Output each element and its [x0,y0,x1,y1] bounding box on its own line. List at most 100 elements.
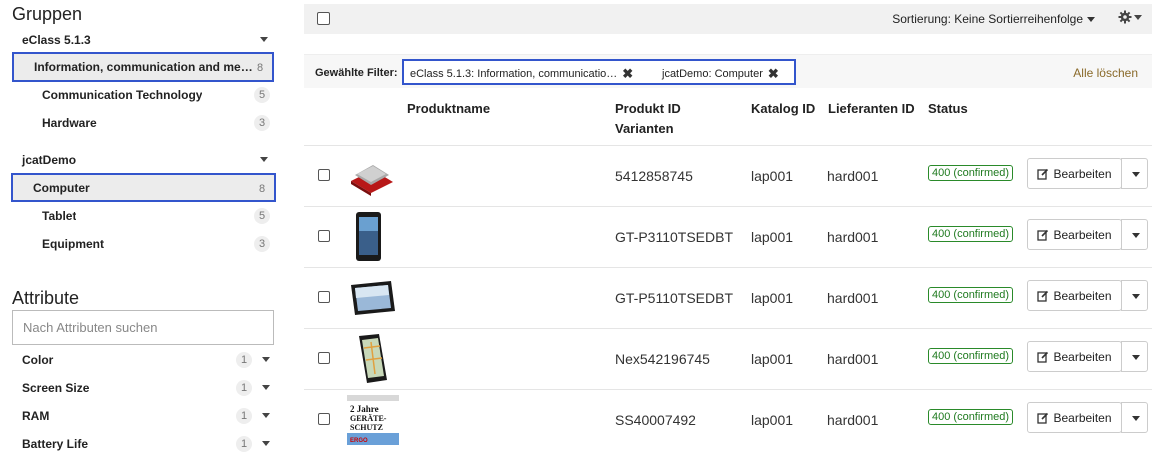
table-row[interactable]: Nex542196745 lap001 hard001 400 (confirm… [304,328,1152,389]
table-row[interactable]: 2 Jahre GERÄTE- SCHUTZ ERGO SS40007492 l… [304,389,1152,450]
edit-label: Bearbeiten [1053,288,1112,303]
chevron-down-icon [1132,355,1140,360]
chevron-down-icon [1132,233,1140,238]
status-badge: 400 (confirmed) [928,409,1014,425]
edit-button[interactable]: Bearbeiten [1027,280,1122,311]
edit-label: Bearbeiten [1053,410,1112,425]
edit-button[interactable]: Bearbeiten [1027,219,1122,250]
group-item-label: Information, communication and media ... [34,60,259,74]
close-icon[interactable]: ✖ [622,66,633,82]
edit-dropdown-toggle[interactable] [1121,219,1148,250]
row-checkbox[interactable] [318,169,330,181]
groups-title: Gruppen [12,4,83,24]
select-all-checkbox[interactable] [317,12,330,25]
status-badge: 400 (confirmed) [928,165,1014,181]
product-id: GT-P5110TSEDBT [615,290,734,306]
sort-label: Sortierung: Keine Sortierreihenfolge [892,12,1083,26]
column-header-variants[interactable]: Varianten [615,119,674,139]
row-checkbox[interactable] [318,352,330,364]
filter-chip-label: eClass 5.1.3: Information, communicatio… [410,68,618,80]
edit-button[interactable]: Bearbeiten [1027,158,1122,189]
attribute-search-input[interactable] [12,310,274,345]
catalog-id: lap001 [751,168,794,184]
edit-button[interactable]: Bearbeiten [1027,341,1122,372]
product-id: SS40007492 [615,412,696,428]
product-id: 5412858745 [615,168,693,184]
chevron-down-icon[interactable] [260,157,268,162]
edit-dropdown-toggle[interactable] [1121,402,1148,433]
chevron-down-icon[interactable] [262,385,270,390]
status-badge: 400 (confirmed) [928,226,1014,242]
product-id: Nex542196745 [615,351,710,367]
count-badge: 3 [254,115,270,131]
edit-dropdown-toggle[interactable] [1121,158,1148,189]
group-eclass[interactable]: eClass 5.1.3 [12,29,274,51]
count-badge: 5 [254,87,270,103]
table-row[interactable]: 5412858745 lap001 hard001 400 (confirmed… [304,145,1152,206]
attribute-label: Battery Life [22,437,89,451]
attribute-color[interactable]: Color 1 [12,346,274,374]
column-header-supplier-id[interactable]: Lieferanten ID [828,99,915,119]
chevron-down-icon [1087,17,1095,23]
column-header-status[interactable]: Status [928,99,968,119]
group-item-label: Computer [33,180,90,195]
count-badge: 5 [254,208,270,224]
count-badge: 8 [256,62,264,74]
filter-chip-eclass[interactable]: eClass 5.1.3: Information, communicatio…… [410,66,633,82]
group-label: eClass 5.1.3 [22,33,91,47]
status-badge: 400 (confirmed) [928,348,1014,364]
product-thumbnail [351,281,395,315]
chevron-down-icon[interactable] [260,37,268,42]
product-thumbnail [351,165,393,196]
row-checkbox[interactable] [318,291,330,303]
attribute-screen-size[interactable]: Screen Size 1 [12,374,274,402]
chevron-down-icon[interactable] [262,413,270,418]
edit-label: Bearbeiten [1053,166,1112,181]
attribute-ram[interactable]: RAM 1 [12,402,274,430]
supplier-id: hard001 [827,351,879,367]
attribute-battery-life[interactable]: Battery Life 1 [12,430,274,452]
count-badge: 1 [236,436,252,452]
warranty-line3: SCHUTZ [350,423,383,432]
warranty-line1: 2 Jahre [350,404,379,414]
attribute-label: Color [22,353,54,367]
settings-menu[interactable] [1118,10,1142,24]
supplier-id: hard001 [827,168,879,184]
group-item-computer[interactable]: Computer 8 [11,173,276,202]
edit-label: Bearbeiten [1053,349,1112,364]
edit-dropdown-toggle[interactable] [1121,341,1148,372]
close-icon[interactable]: ✖ [768,66,779,82]
column-header-name[interactable]: Produktname [407,99,490,119]
group-item-equipment[interactable]: Equipment 3 [12,230,274,258]
warranty-brand: ERGO [350,438,368,444]
attribute-label: RAM [22,409,50,423]
group-item-communication-technology[interactable]: Communication Technology 5 [12,81,274,109]
group-item-tablet[interactable]: Tablet 5 [12,202,274,230]
column-header-catalog-id[interactable]: Katalog ID [751,99,815,119]
product-thumbnail [359,334,387,383]
column-header-product-id[interactable]: Produkt ID [615,99,681,119]
group-jcatdemo[interactable]: jcatDemo [12,149,274,171]
sort-dropdown[interactable]: Sortierung: Keine Sortierreihenfolge [892,12,1095,26]
count-badge: 1 [236,408,252,424]
row-checkbox[interactable] [318,413,330,425]
gear-icon [1118,10,1132,24]
table-row[interactable]: GT-P3110TSEDBT lap001 hard001 400 (confi… [304,206,1152,267]
group-item-information-communication[interactable]: Information, communication and media ...… [12,52,274,82]
clear-all-link[interactable]: Alle löschen [1073,66,1138,80]
catalog-id: lap001 [751,351,794,367]
edit-icon [1037,168,1049,180]
chevron-down-icon [1132,172,1140,177]
status-badge: 400 (confirmed) [928,287,1014,303]
group-item-hardware[interactable]: Hardware 3 [12,109,274,137]
edit-dropdown-toggle[interactable] [1121,280,1148,311]
filter-chip-jcatdemo[interactable]: jcatDemo: Computer ✖ [662,66,779,82]
chevron-down-icon[interactable] [262,357,270,362]
table-row[interactable]: GT-P5110TSEDBT lap001 hard001 400 (confi… [304,267,1152,328]
product-thumbnail: 2 Jahre GERÄTE- SCHUTZ ERGO [347,395,399,445]
chevron-down-icon[interactable] [262,441,270,446]
chevron-down-icon [1134,14,1142,20]
row-checkbox[interactable] [318,230,330,242]
filter-bar: Gewählte Filter: eClass 5.1.3: Informati… [304,54,1152,88]
edit-button[interactable]: Bearbeiten [1027,402,1122,433]
